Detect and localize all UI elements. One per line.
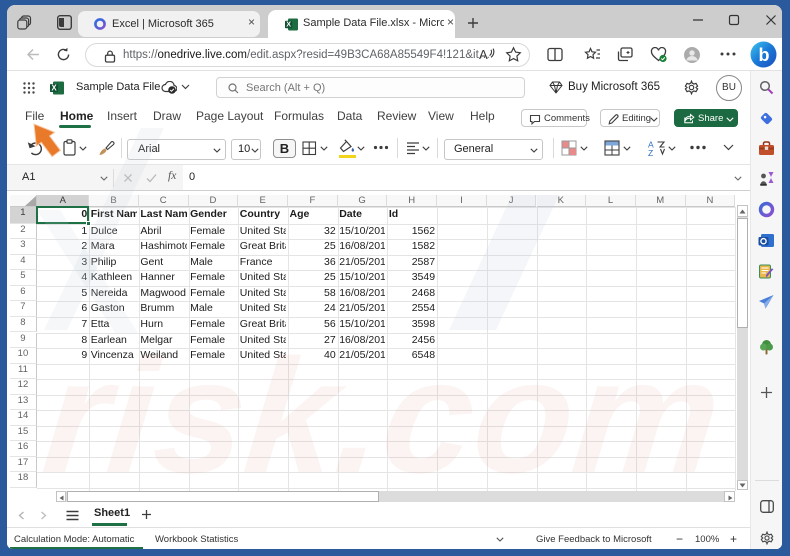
svg-text:Z: Z bbox=[648, 148, 653, 157]
svg-text:X: X bbox=[286, 20, 291, 29]
svg-text:A: A bbox=[479, 47, 488, 62]
svg-text:X: X bbox=[51, 84, 57, 93]
svg-text:b: b bbox=[759, 45, 770, 65]
